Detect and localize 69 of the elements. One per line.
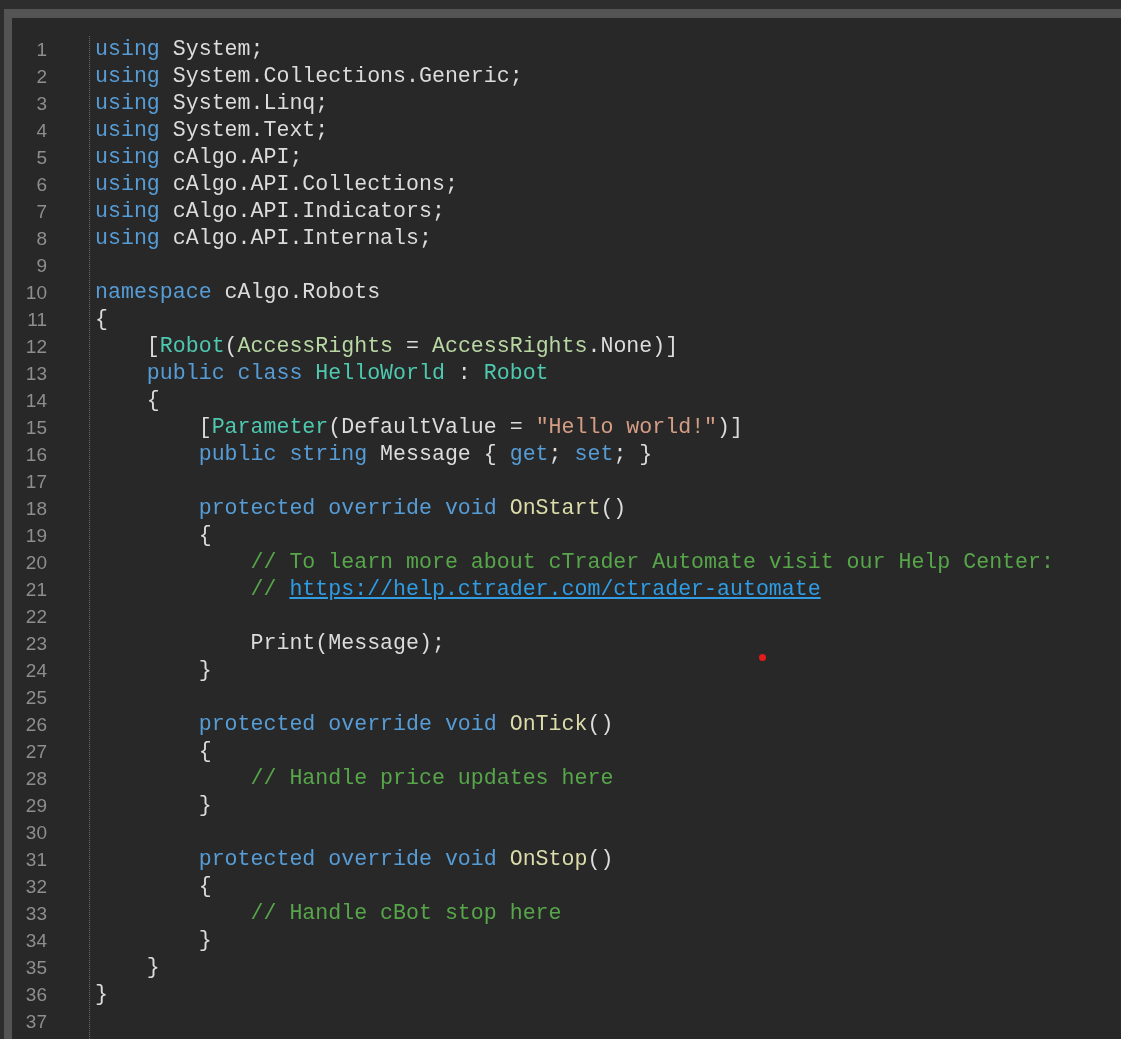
line-number: 8 — [36, 227, 47, 251]
line-number: 31 — [25, 848, 47, 872]
code-line: Print(Message); — [249, 630, 445, 657]
code-line: namespace cAlgo.Robots — [95, 279, 381, 306]
code-line: using cAlgo.API; — [95, 144, 303, 171]
line-number: 21 — [25, 578, 47, 602]
line-number: 12 — [25, 335, 47, 359]
line-number: 4 — [36, 119, 47, 143]
line-number: 28 — [25, 767, 47, 791]
code-line: } — [145, 954, 160, 981]
code-line: using cAlgo.API.Indicators; — [95, 198, 445, 225]
line-number: 17 — [25, 470, 47, 494]
line-number: 2 — [36, 65, 47, 89]
line-number: 20 — [25, 551, 47, 575]
code-line: } — [95, 981, 108, 1008]
line-number: 32 — [25, 875, 47, 899]
line-number: 10 — [25, 281, 47, 305]
code-line: public class HelloWorld : Robot — [145, 360, 549, 387]
code-line: protected override void OnTick() — [197, 711, 614, 738]
code-line: { — [95, 306, 108, 333]
code-line: } — [197, 927, 212, 954]
line-number: 11 — [27, 308, 47, 332]
line-number: 22 — [25, 605, 47, 629]
line-number: 27 — [25, 740, 47, 764]
line-number: 5 — [36, 146, 47, 170]
line-number: 35 — [25, 956, 47, 980]
line-number: 18 — [25, 497, 47, 521]
line-number: 36 — [25, 983, 47, 1007]
code-line: { — [197, 873, 212, 900]
code-line: using System.Collections.Generic; — [95, 63, 523, 90]
code-line: [Parameter(DefaultValue = "Hello world!")] — [197, 414, 743, 441]
line-number: 9 — [36, 254, 47, 278]
line-number: 23 — [25, 632, 47, 656]
line-number: 7 — [36, 200, 47, 224]
line-number: 1 — [36, 38, 47, 62]
code-line: protected override void OnStart() — [197, 495, 627, 522]
line-number: 16 — [25, 443, 47, 467]
line-number: 24 — [25, 659, 47, 683]
code-line: { — [197, 522, 212, 549]
line-number: 30 — [25, 821, 47, 845]
code-line: { — [145, 387, 160, 414]
code-line: public string Message { get; set; } — [197, 441, 653, 468]
code-line: // Handle price updates here — [249, 765, 614, 792]
line-number: 34 — [25, 929, 47, 953]
code-line: } — [197, 792, 212, 819]
code-line: using cAlgo.API.Collections; — [95, 171, 458, 198]
code-line: using System; — [95, 36, 264, 63]
code-line: using System.Linq; — [95, 90, 329, 117]
line-number: 14 — [25, 389, 47, 413]
line-number: 13 — [25, 362, 47, 386]
code-line: using System.Text; — [95, 117, 329, 144]
code-line: protected override void OnStop() — [197, 846, 614, 873]
line-number: 6 — [36, 173, 47, 197]
line-number: 37 — [25, 1010, 47, 1034]
code-line: [Robot(AccessRights = AccessRights.None)] — [145, 333, 679, 360]
line-number: 25 — [25, 686, 47, 710]
code-line: // To learn more about cTrader Automate visit our Help Center: — [249, 549, 1054, 576]
line-number: 26 — [25, 713, 47, 737]
line-number: 19 — [25, 524, 47, 548]
line-number: 15 — [25, 416, 47, 440]
code-line: // Handle cBot stop here — [249, 900, 562, 927]
line-number: 33 — [25, 902, 47, 926]
code-line: { — [197, 738, 212, 765]
line-number: 29 — [25, 794, 47, 818]
line-number: 3 — [36, 92, 47, 116]
code-line: } — [197, 657, 212, 684]
code-line: using cAlgo.API.Internals; — [95, 225, 432, 252]
link[interactable]: https://help.ctrader.com/ctrader-automate — [289, 577, 821, 601]
code-line: // https://help.ctrader.com/ctrader-automate — [249, 576, 821, 603]
